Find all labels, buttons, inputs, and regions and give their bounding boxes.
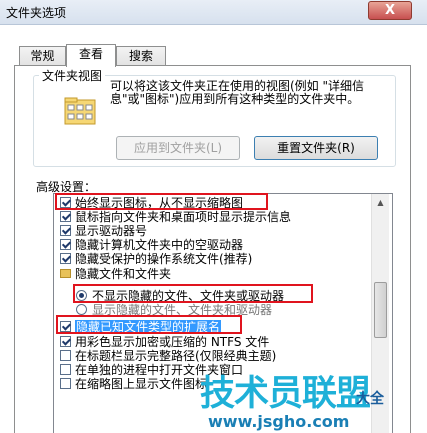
setting-label: 隐藏计算机文件夹中的空驱动器 <box>75 238 244 252</box>
setting-label-selected: 隐藏已知文件类型的扩展名 <box>75 320 222 334</box>
checkbox-checked-icon[interactable] <box>60 321 71 332</box>
tab-search[interactable]: 搜索 <box>116 46 166 66</box>
title-bar: 文件夹选项 X <box>0 0 427 25</box>
setting-hidden-files-group: 隐藏文件和文件夹 <box>60 267 171 281</box>
setting-label: 在缩略图上显示文件图标 <box>75 377 208 391</box>
tab-view-label: 查看 <box>78 47 103 61</box>
close-icon: X <box>384 3 396 18</box>
setting-label: 显示隐藏的文件、文件夹和驱动器 <box>92 303 273 317</box>
watermark: 技术员联盟 大全 www.jsgho.com <box>200 360 427 433</box>
checkbox-unchecked-icon[interactable] <box>60 364 71 375</box>
checkbox-checked-icon[interactable] <box>60 211 71 222</box>
tab-general-label: 常规 <box>30 49 55 63</box>
apply-to-folders-button[interactable]: 应用到文件夹(L) <box>116 136 240 160</box>
setting-show-hidden[interactable]: 显示隐藏的文件、文件夹和驱动器 <box>76 303 272 317</box>
scrollbar-thumb[interactable] <box>374 282 387 338</box>
watermark-logo-text: 技术员联盟 <box>200 374 371 414</box>
setting-always-show-icons[interactable]: 始终显示图标，从不显示缩略图 <box>60 196 243 210</box>
reset-folders-label: 重置文件夹(R) <box>277 141 355 155</box>
setting-hide-protected-os-files[interactable]: 隐藏受保护的操作系统文件(推荐) <box>60 252 252 266</box>
folder-views-icon <box>64 97 96 125</box>
setting-file-icon-thumbnails[interactable]: 在缩略图上显示文件图标 <box>60 377 207 391</box>
setting-label: 隐藏受保护的操作系统文件(推荐) <box>75 252 253 266</box>
setting-dont-show-hidden[interactable]: 不显示隐藏的文件、文件夹或驱动器 <box>76 289 284 303</box>
folder-views-label: 文件夹视图 <box>39 67 106 84</box>
checkbox-unchecked-icon[interactable] <box>60 350 71 361</box>
setting-show-drive-letters[interactable]: 显示驱动器号 <box>60 224 147 238</box>
checkbox-checked-icon[interactable] <box>60 225 71 236</box>
setting-label: 隐藏文件和文件夹 <box>75 267 172 281</box>
checkbox-checked-icon[interactable] <box>60 253 71 264</box>
tab-search-label: 搜索 <box>128 49 153 63</box>
checkbox-checked-icon[interactable] <box>60 336 71 347</box>
setting-hide-empty-drives[interactable]: 隐藏计算机文件夹中的空驱动器 <box>60 238 243 252</box>
watermark-sub-text: 大全 <box>356 391 384 407</box>
setting-label: 显示驱动器号 <box>75 224 148 238</box>
checkbox-checked-icon[interactable] <box>60 197 71 208</box>
folder-icon <box>60 269 71 278</box>
tab-general[interactable]: 常规 <box>19 46 66 66</box>
setting-label: 始终显示图标，从不显示缩略图 <box>75 196 244 210</box>
apply-to-folders-label: 应用到文件夹(L) <box>133 141 223 155</box>
setting-hide-extensions[interactable]: 隐藏已知文件类型的扩展名 <box>60 320 222 334</box>
setting-label: 不显示隐藏的文件、文件夹或驱动器 <box>92 289 285 303</box>
watermark-url: www.jsgho.com <box>208 412 350 431</box>
checkbox-unchecked-icon[interactable] <box>60 378 71 389</box>
checkbox-checked-icon[interactable] <box>60 239 71 250</box>
scroll-up-icon[interactable]: ▲ <box>372 194 389 211</box>
tab-strip: 常规 查看 搜索 <box>14 44 414 67</box>
radio-unselected-icon[interactable] <box>76 304 87 315</box>
setting-label: 用彩色显示加密或压缩的 NTFS 文件 <box>75 335 270 349</box>
tab-view[interactable]: 查看 <box>66 44 116 67</box>
close-button[interactable]: X <box>368 1 412 20</box>
setting-color-ntfs[interactable]: 用彩色显示加密或压缩的 NTFS 文件 <box>60 335 269 349</box>
window-title: 文件夹选项 <box>6 6 67 20</box>
folder-views-description: 可以将这该文件夹正在使用的视图(例如 "详细信息"或"图标")应用到所有这种类型… <box>110 79 365 106</box>
reset-folders-button[interactable]: 重置文件夹(R) <box>254 136 378 160</box>
setting-label: 鼠标指向文件夹和桌面项时显示提示信息 <box>75 210 292 224</box>
radio-selected-icon[interactable] <box>76 290 87 301</box>
setting-show-pop-up-description[interactable]: 鼠标指向文件夹和桌面项时显示提示信息 <box>60 210 291 224</box>
